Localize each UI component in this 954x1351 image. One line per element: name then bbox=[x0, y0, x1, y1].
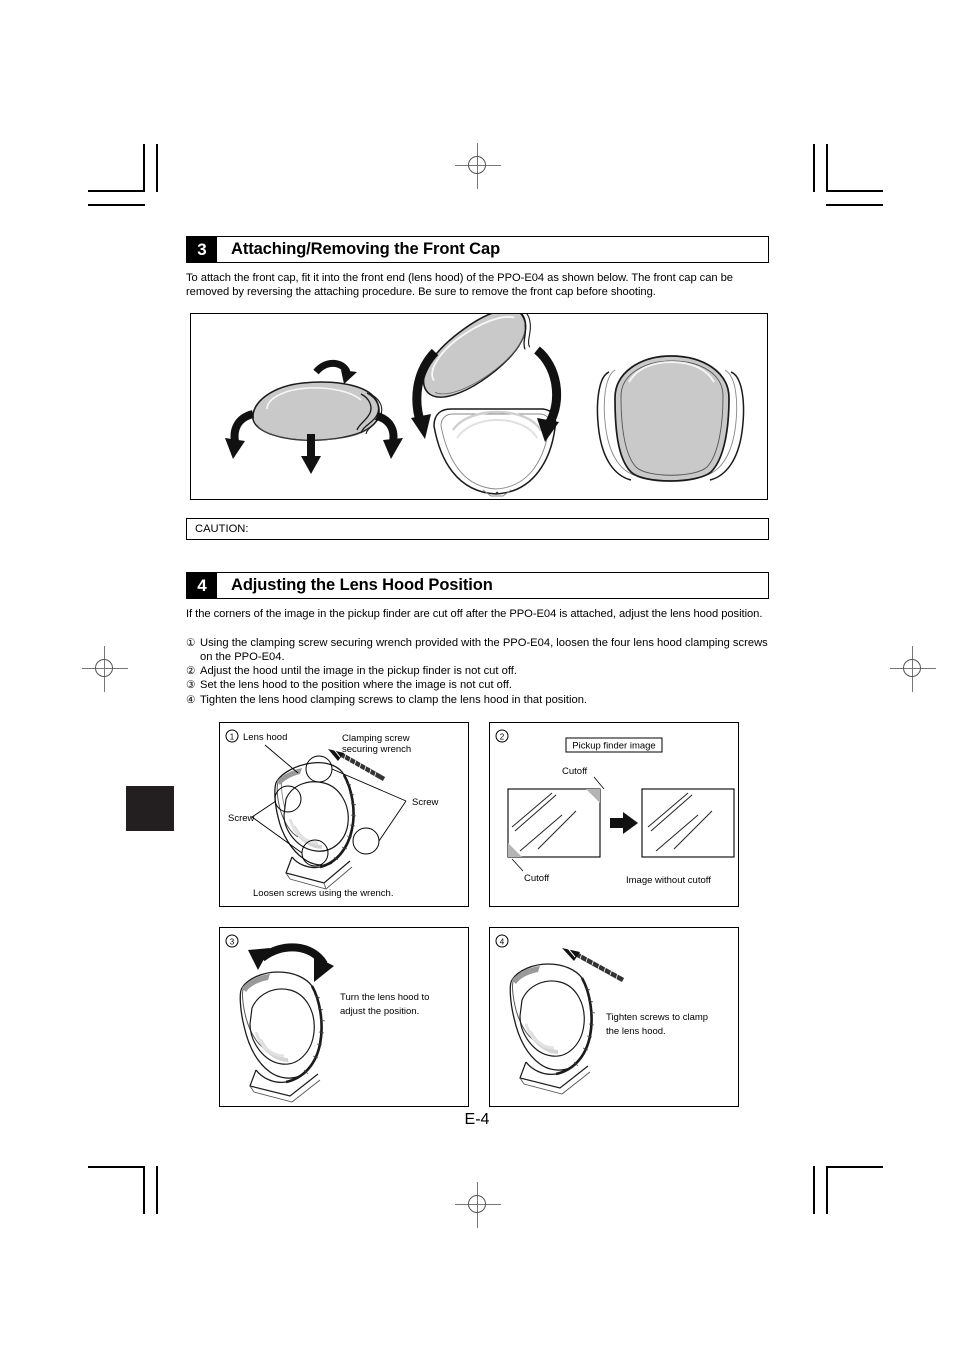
crop-mark-top-right-v2 bbox=[826, 144, 828, 192]
list-item: ③ Set the lens hood to the position wher… bbox=[186, 678, 769, 692]
section-4-header: 4 Adjusting the Lens Hood Position bbox=[186, 572, 769, 599]
registration-mark-top bbox=[455, 143, 501, 189]
crop-mark-top-right-h2 bbox=[826, 204, 883, 206]
section-3-title: Attaching/Removing the Front Cap bbox=[231, 240, 501, 258]
step-text: Set the lens hood to the position where … bbox=[200, 679, 512, 692]
panel2-image-without-cutoff bbox=[641, 788, 735, 858]
panel2-arrow-icon bbox=[610, 812, 638, 834]
panel4-marker: 4 bbox=[500, 938, 505, 947]
panel3-lens-hood-drawing bbox=[239, 971, 326, 1103]
caution-box: CAUTION: bbox=[186, 518, 769, 540]
section-3-header: 3 Attaching/Removing the Front Cap bbox=[186, 236, 769, 263]
figure-front-cap bbox=[190, 313, 768, 500]
section-3-paragraph: To attach the front cap, fit it into the… bbox=[186, 272, 733, 298]
figure-panel-3: 3 Turn the lens hood to adjust the posit… bbox=[219, 927, 469, 1107]
list-item: ④ Tighten the lens hood clamping screws … bbox=[186, 693, 769, 707]
crop-mark-bottom-right-v bbox=[813, 1166, 815, 1214]
panel4-caption-line1: Tighten screws to clamp bbox=[606, 1012, 708, 1023]
panel3-marker: 3 bbox=[230, 938, 235, 947]
section-4-title: Adjusting the Lens Hood Position bbox=[231, 576, 493, 594]
step-marker: ④ bbox=[186, 693, 196, 706]
panel2-title: Pickup finder image bbox=[572, 741, 655, 752]
crop-mark-bottom-left-h bbox=[88, 1166, 145, 1168]
side-index-tab bbox=[126, 786, 174, 831]
section-3-number: 3 bbox=[187, 237, 217, 262]
panel1-wrench-label-line2: securing wrench bbox=[342, 744, 411, 755]
registration-mark-left bbox=[82, 646, 128, 692]
panel2-cutoff-bottom-label: Cutoff bbox=[524, 873, 550, 884]
front-cap-attached-view bbox=[596, 355, 745, 482]
crop-mark-top-right-h bbox=[826, 190, 883, 192]
caution-label: CAUTION: bbox=[195, 523, 249, 535]
section-4-block: 4 Adjusting the Lens Hood Position If th… bbox=[186, 572, 769, 707]
panel2-cutoff-top-label: Cutoff bbox=[562, 766, 588, 777]
panel4-wrench-drawing bbox=[562, 945, 625, 982]
step-marker: ② bbox=[186, 665, 196, 678]
registration-mark-right bbox=[890, 646, 936, 692]
crop-mark-bottom-left-v2 bbox=[156, 1166, 158, 1214]
crop-mark-top-left-v bbox=[143, 144, 145, 192]
panel4-lens-hood-drawing bbox=[509, 963, 596, 1095]
panel1-lens-hood-label: Lens hood bbox=[243, 732, 287, 743]
panel1-screw-label-left: Screw bbox=[228, 813, 255, 824]
step-marker: ③ bbox=[186, 679, 196, 692]
front-cap-inserting-view bbox=[411, 314, 562, 497]
panel3-caption-line2: adjust the position. bbox=[340, 1006, 419, 1017]
registration-mark-bottom bbox=[455, 1182, 501, 1228]
step-text: Using the clamping screw securing wrench… bbox=[200, 636, 768, 663]
figure-front-cap-drawing bbox=[225, 314, 745, 497]
manual-page: 3 Attaching/Removing the Front Cap To at… bbox=[0, 0, 954, 1351]
crop-mark-top-left-v2 bbox=[156, 144, 158, 192]
crop-mark-bottom-left-v bbox=[143, 1166, 145, 1214]
panel2-caption-right: Image without cutoff bbox=[626, 875, 711, 886]
panel1-screw-circle-left bbox=[274, 785, 302, 813]
step-text: Tighten the lens hood clamping screws to… bbox=[200, 693, 588, 706]
panel1-screw-label-right: Screw bbox=[412, 797, 439, 808]
section-4-step-list: ① Using the clamping screw securing wren… bbox=[186, 636, 769, 707]
crop-mark-top-left-h2 bbox=[88, 204, 145, 206]
page-number: E-4 bbox=[464, 1111, 490, 1128]
figure-panel-2: 2 Pickup finder image Cutoff Cutoff Imag… bbox=[489, 722, 739, 907]
figure-panel-4: 4 Tighten screws to clamp the lens hood. bbox=[489, 927, 739, 1107]
list-item: ① Using the clamping screw securing wren… bbox=[186, 636, 769, 664]
figure-panel-1: 1 Lens hood Clamping screw securing wren… bbox=[219, 722, 469, 907]
section-4-paragraph: If the corners of the image in the picku… bbox=[186, 608, 763, 620]
panel2-image-with-cutoff bbox=[507, 788, 601, 858]
section-4-number: 4 bbox=[187, 573, 217, 598]
panel2-marker: 2 bbox=[500, 733, 505, 742]
content-column: 3 Attaching/Removing the Front Cap To at… bbox=[186, 236, 769, 310]
crop-mark-bottom-right-h bbox=[826, 1166, 883, 1168]
panel1-caption: Loosen screws using the wrench. bbox=[253, 888, 393, 899]
panel4-caption-line2: the lens hood. bbox=[606, 1026, 666, 1037]
panel1-screw-circle-top bbox=[305, 755, 333, 783]
crop-mark-top-left-h bbox=[88, 190, 145, 192]
front-cap-side-view bbox=[225, 359, 403, 474]
crop-mark-top-right-v bbox=[813, 144, 815, 192]
panel1-wrench-label-line1: Clamping screw bbox=[342, 733, 410, 744]
panel1-screw-circle-right bbox=[352, 827, 380, 855]
step-marker: ① bbox=[186, 636, 196, 649]
crop-mark-bottom-right-v2 bbox=[826, 1166, 828, 1214]
panel3-caption-line1: Turn the lens hood to bbox=[340, 992, 429, 1003]
panel1-marker: 1 bbox=[230, 733, 235, 742]
list-item: ② Adjust the hood until the image in the… bbox=[186, 664, 769, 678]
step-text: Adjust the hood until the image in the p… bbox=[200, 665, 517, 678]
